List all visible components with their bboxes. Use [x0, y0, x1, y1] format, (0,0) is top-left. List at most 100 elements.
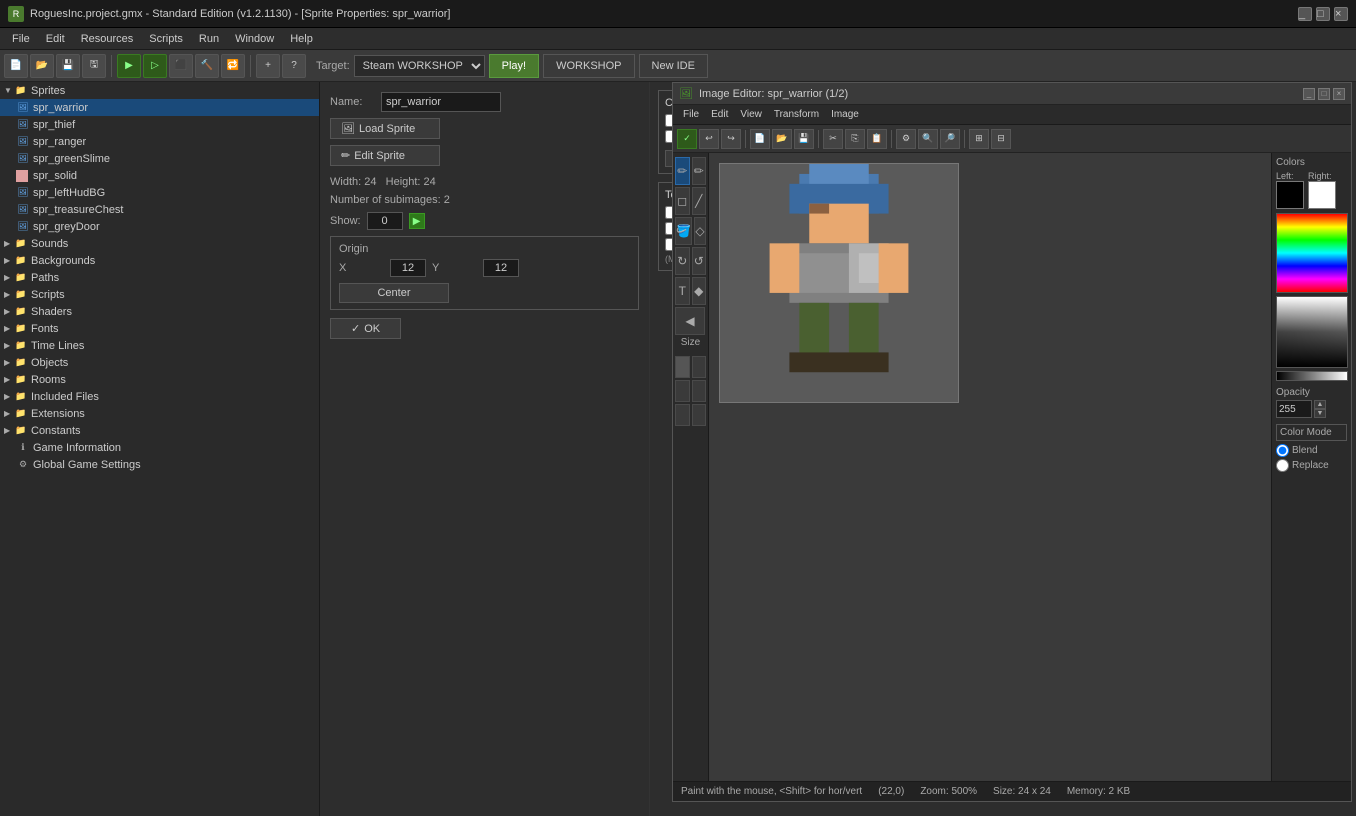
- maximize-button[interactable]: □: [1316, 7, 1330, 21]
- ie-tb-open[interactable]: 📂: [772, 129, 792, 149]
- menu-scripts[interactable]: Scripts: [141, 31, 191, 47]
- tb-open[interactable]: 📂: [30, 54, 54, 78]
- tree-spr-greydoor[interactable]: 🖼 spr_greyDoor: [0, 218, 319, 235]
- tb-stop[interactable]: ⬛: [169, 54, 193, 78]
- tool-diamond[interactable]: ◆: [692, 277, 707, 305]
- ie-tb-confirm[interactable]: ✓: [677, 129, 697, 149]
- ie-tb-cut[interactable]: ✂: [823, 129, 843, 149]
- tool-pencil[interactable]: ✏: [675, 157, 690, 185]
- tree-constants-folder[interactable]: ▶ 📁 Constants: [0, 422, 319, 439]
- tree-spr-solid[interactable]: spr_solid: [0, 167, 319, 184]
- size-1[interactable]: [675, 356, 690, 378]
- tree-fonts-folder[interactable]: ▶ 📁 Fonts: [0, 320, 319, 337]
- saturation-lightness-picker[interactable]: [1276, 296, 1348, 368]
- tool-line[interactable]: ╱: [692, 187, 707, 215]
- tool-eraser[interactable]: ◻: [675, 187, 690, 215]
- minimize-button[interactable]: _: [1298, 7, 1312, 21]
- ie-tb-settings[interactable]: ⚙: [896, 129, 916, 149]
- tool-pencil-alt[interactable]: ✏: [692, 157, 707, 185]
- ie-tb-redo[interactable]: ↪: [721, 129, 741, 149]
- image-editor-canvas-area[interactable]: [709, 153, 1271, 781]
- image-editor-close[interactable]: ×: [1333, 88, 1345, 100]
- tb-save[interactable]: 💾: [56, 54, 80, 78]
- tree-spr-ranger[interactable]: 🖼 spr_ranger: [0, 133, 319, 150]
- ie-menu-image[interactable]: Image: [825, 108, 865, 121]
- ie-tb-undo[interactable]: ↩: [699, 129, 719, 149]
- menu-file[interactable]: File: [4, 31, 38, 47]
- show-arrow[interactable]: ▶: [409, 213, 425, 229]
- tree-rooms-folder[interactable]: ▶ 📁 Rooms: [0, 371, 319, 388]
- tb-run-debug[interactable]: ▷: [143, 54, 167, 78]
- tool-select[interactable]: ◇: [694, 217, 706, 245]
- size-3[interactable]: [675, 380, 690, 402]
- play-button[interactable]: Play!: [489, 54, 539, 78]
- tb-build[interactable]: 🔨: [195, 54, 219, 78]
- size-4[interactable]: [692, 380, 707, 402]
- ok-button[interactable]: ✓ OK: [330, 318, 401, 339]
- bw-gradient[interactable]: [1276, 371, 1348, 381]
- tree-game-info[interactable]: ℹ Game Information: [0, 439, 319, 456]
- tree-included-files-folder[interactable]: ▶ 📁 Included Files: [0, 388, 319, 405]
- show-input[interactable]: [367, 212, 403, 230]
- new-ide-button[interactable]: New IDE: [639, 54, 708, 78]
- tree-spr-warrior[interactable]: 🖼 spr_warrior: [0, 99, 319, 116]
- tree-shaders-folder[interactable]: ▶ 📁 Shaders: [0, 303, 319, 320]
- ie-menu-file[interactable]: File: [677, 108, 705, 121]
- tree-global-settings[interactable]: ⚙ Global Game Settings: [0, 456, 319, 473]
- tree-spr-thief[interactable]: 🖼 spr_thief: [0, 116, 319, 133]
- tree-spr-greenslime[interactable]: 🖼 spr_greenSlime: [0, 150, 319, 167]
- tool-rotate[interactable]: ↻: [675, 247, 690, 275]
- tree-timelines-folder[interactable]: ▶ 📁 Time Lines: [0, 337, 319, 354]
- center-button[interactable]: Center: [339, 283, 449, 303]
- tool-arrow[interactable]: ◀: [675, 307, 705, 335]
- size-6[interactable]: [692, 404, 707, 426]
- tool-text[interactable]: T: [675, 277, 690, 305]
- tree-scripts-folder[interactable]: ▶ 📁 Scripts: [0, 286, 319, 303]
- name-input[interactable]: [381, 92, 501, 112]
- tb-saveas[interactable]: 🖫: [82, 54, 106, 78]
- menu-help[interactable]: Help: [282, 31, 321, 47]
- menu-edit[interactable]: Edit: [38, 31, 73, 47]
- edit-sprite-button[interactable]: ✏ Edit Sprite: [330, 145, 440, 166]
- blend-radio[interactable]: [1276, 444, 1289, 457]
- size-2[interactable]: [692, 356, 707, 378]
- tree-objects-folder[interactable]: ▶ 📁 Objects: [0, 354, 319, 371]
- ie-tb-paste[interactable]: 📋: [867, 129, 887, 149]
- tb-add-resource[interactable]: +: [256, 54, 280, 78]
- ie-tb-copy[interactable]: ⎘: [845, 129, 865, 149]
- tree-sounds-folder[interactable]: ▶ 📁 Sounds: [0, 235, 319, 252]
- origin-x-input[interactable]: [390, 259, 426, 277]
- tb-new[interactable]: 📄: [4, 54, 28, 78]
- tree-spr-treasure[interactable]: 🖼 spr_treasureChest: [0, 201, 319, 218]
- image-editor-minimize[interactable]: _: [1303, 88, 1315, 100]
- ie-menu-edit[interactable]: Edit: [705, 108, 734, 121]
- tb-run[interactable]: ▶: [117, 54, 141, 78]
- ie-tb-save[interactable]: 💾: [794, 129, 814, 149]
- workshop-button[interactable]: WORKSHOP: [543, 54, 634, 78]
- opacity-input[interactable]: [1276, 400, 1312, 418]
- right-color-swatch[interactable]: [1308, 181, 1336, 209]
- tb-clean[interactable]: 🔁: [221, 54, 245, 78]
- close-button[interactable]: ×: [1334, 7, 1348, 21]
- ie-tb-zoom-in[interactable]: 🔍: [918, 129, 938, 149]
- ie-menu-view[interactable]: View: [734, 108, 768, 121]
- tool-fill[interactable]: 🪣: [675, 217, 692, 245]
- origin-y-input[interactable]: [483, 259, 519, 277]
- tree-spr-lefthud[interactable]: 🖼 spr_leftHudBG: [0, 184, 319, 201]
- tree-sprites-folder[interactable]: ▼ 📁 Sprites: [0, 82, 319, 99]
- menu-resources[interactable]: Resources: [73, 31, 142, 47]
- tree-backgrounds-folder[interactable]: ▶ 📁 Backgrounds: [0, 252, 319, 269]
- target-select[interactable]: Steam WORKSHOP: [354, 55, 485, 77]
- ie-tb-new[interactable]: 📄: [750, 129, 770, 149]
- ie-tb-zoom-out[interactable]: 🔎: [940, 129, 960, 149]
- tree-paths-folder[interactable]: ▶ 📁 Paths: [0, 269, 319, 286]
- ie-tb-grid[interactable]: ⊞: [969, 129, 989, 149]
- ie-tb-snap[interactable]: ⊟: [991, 129, 1011, 149]
- tree-extensions-folder[interactable]: ▶ 📁 Extensions: [0, 405, 319, 422]
- hue-spectrum[interactable]: [1276, 213, 1348, 293]
- replace-radio[interactable]: [1276, 459, 1289, 472]
- ie-menu-transform[interactable]: Transform: [768, 108, 825, 121]
- load-sprite-button[interactable]: 🖼 Load Sprite: [330, 118, 440, 139]
- size-5[interactable]: [675, 404, 690, 426]
- image-editor-restore[interactable]: □: [1318, 88, 1330, 100]
